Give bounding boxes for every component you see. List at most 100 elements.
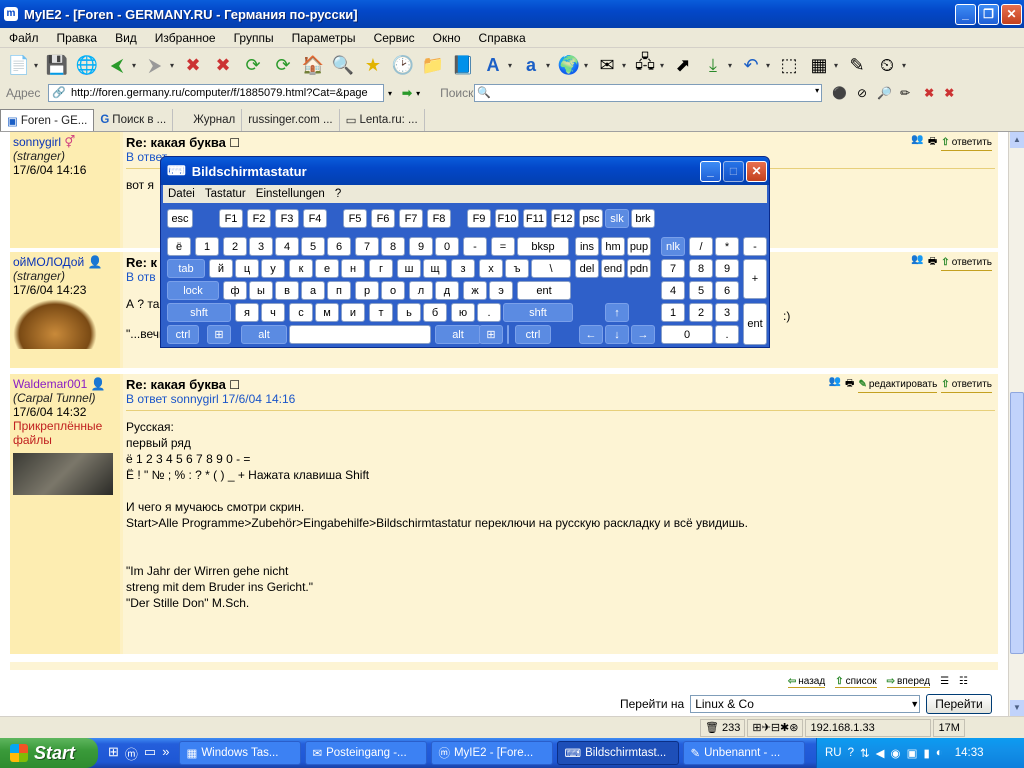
tree-view-icon[interactable]: ☷ — [959, 676, 968, 688]
osk-key[interactable]: F9 — [467, 209, 491, 228]
osk-key[interactable]: 3 — [715, 303, 739, 322]
osk-menu-file[interactable]: Datei — [163, 188, 200, 200]
folder-icon[interactable]: 📁 — [421, 53, 445, 77]
osk-key[interactable]: 3 — [249, 237, 273, 256]
edit-icon[interactable]: ✎ — [845, 53, 869, 77]
osk-key[interactable]: 7 — [355, 237, 379, 256]
osk-key[interactable]: 9 — [715, 259, 739, 278]
osk-key[interactable]: F2 — [247, 209, 271, 228]
close-all-icon[interactable]: ✖ — [944, 86, 954, 100]
osk-key[interactable]: alt — [241, 325, 287, 344]
author-name[interactable]: Waldemar001 — [13, 377, 87, 391]
menu-groups[interactable]: Группы — [225, 31, 283, 45]
osk-key[interactable]: hm — [601, 237, 625, 256]
url-input[interactable]: 🔗 http://foren.germany.ru/computer/f/188… — [48, 84, 384, 102]
taskbar-item-myie2[interactable]: ⓜ MyIE2 - [Fore... — [431, 741, 554, 765]
dropdown-arrow-icon[interactable]: ▾ — [622, 61, 630, 70]
osk-key[interactable]: о — [381, 281, 405, 300]
osk-key[interactable]: а — [301, 281, 325, 300]
close-button[interactable]: ✕ — [1001, 3, 1022, 25]
autoscroll-icon[interactable]: ⏲ — [875, 53, 899, 77]
osk-space-key[interactable] — [289, 325, 431, 344]
osk-key[interactable]: п — [327, 281, 351, 300]
globe-icon[interactable]: ◉ — [891, 746, 901, 760]
osk-key[interactable]: в — [275, 281, 299, 300]
find-icon[interactable]: 🔎 — [877, 86, 892, 100]
undo-close-icon[interactable]: ↶ — [739, 53, 763, 77]
refresh-icon[interactable]: ⟳ — [241, 53, 265, 77]
help-icon[interactable]: ? — [848, 747, 854, 759]
osk-key[interactable]: lock — [167, 281, 219, 300]
search-input[interactable]: 🔍 ▾ — [474, 84, 823, 102]
volume-icon[interactable]: ◐ — [936, 747, 943, 759]
osk-key[interactable]: ъ — [505, 259, 529, 278]
osk-key[interactable]: с — [289, 303, 313, 322]
checkbox-icon[interactable]: ☐ — [229, 136, 240, 150]
scroll-down-icon[interactable]: ▼ — [1010, 700, 1024, 716]
osk-key[interactable]: esc — [167, 209, 193, 228]
stop-icon[interactable]: ✖ — [181, 53, 205, 77]
engine-icon[interactable]: ⚫ — [832, 86, 847, 100]
osk-key[interactable]: ctrl — [515, 325, 551, 344]
taskbar-item-posteingang[interactable]: ✉ Posteingang -... — [305, 741, 428, 765]
taskbar-item-osk[interactable]: ⌨ Bildschirmtast... — [557, 741, 680, 765]
osk-key[interactable]: т — [369, 303, 393, 322]
go-dropdown-icon[interactable]: ▾ — [416, 89, 420, 98]
osk-key[interactable]: ф — [223, 281, 247, 300]
osk-key[interactable]: ent — [743, 303, 767, 345]
fullscreen-icon[interactable]: ⬈ — [671, 53, 695, 77]
osk-key[interactable]: е — [315, 259, 339, 278]
notepad-icon[interactable]: 📘 — [451, 53, 475, 77]
scroll-thumb[interactable] — [1010, 392, 1024, 654]
monitor-icon[interactable]: ▣ — [907, 746, 918, 760]
osk-key[interactable]: 0 — [435, 237, 459, 256]
osk-key[interactable]: ins — [575, 237, 599, 256]
osk-key[interactable]: ent — [517, 281, 571, 300]
osk-key[interactable]: ctrl — [167, 325, 199, 344]
osk-key[interactable]: + — [743, 259, 767, 299]
close-tab-icon[interactable]: ✖ — [924, 86, 934, 100]
menu-edit[interactable]: Правка — [48, 31, 107, 45]
dropdown-arrow-icon[interactable]: ▾ — [902, 61, 910, 70]
user-info-icon[interactable]: 👥 — [911, 134, 923, 151]
popup-blocker[interactable]: 🗑 233 — [700, 718, 746, 737]
list-link[interactable]: ⇧ список — [835, 676, 877, 688]
dropdown-arrow-icon[interactable]: ▾ — [132, 61, 140, 70]
osk-key[interactable]: ← — [579, 325, 603, 344]
dropdown-arrow-icon[interactable]: ▾ — [546, 61, 554, 70]
osk-key[interactable]: ю — [451, 303, 475, 322]
osk-key[interactable]: р — [355, 281, 379, 300]
osk-key[interactable]: alt — [435, 325, 481, 344]
url-dropdown-icon[interactable]: ▾ — [388, 89, 392, 98]
osk-key[interactable]: ↓ — [605, 325, 629, 344]
print-icon[interactable]: 🖶 — [928, 134, 937, 151]
osk-key[interactable]: F4 — [303, 209, 327, 228]
osk-key[interactable]: 7 — [661, 259, 685, 278]
osk-key[interactable]: и — [341, 303, 365, 322]
osk-key[interactable]: shft — [167, 303, 231, 322]
osk-key[interactable]: . — [715, 325, 739, 344]
dropdown-arrow-icon[interactable]: ▾ — [660, 61, 668, 70]
web-icon[interactable]: 🌍 — [557, 53, 581, 77]
osk-key[interactable]: F7 — [399, 209, 423, 228]
history-icon[interactable]: 🕑 — [391, 53, 415, 77]
user-info-icon[interactable]: 👥 — [829, 376, 841, 393]
osk-key[interactable]: . — [477, 303, 501, 322]
arrow-icon[interactable]: ◀ — [876, 746, 885, 760]
proxy-icon[interactable]: 🖧 — [633, 52, 657, 77]
network-icon[interactable]: ⇅ — [860, 746, 870, 760]
osk-key[interactable]: м — [315, 303, 339, 322]
osk-menu-key-icon[interactable] — [507, 325, 509, 344]
osk-key[interactable]: - — [463, 237, 487, 256]
osk-key[interactable]: щ — [423, 259, 447, 278]
save-icon[interactable]: 💾 — [45, 53, 69, 77]
menu-view[interactable]: Вид — [106, 31, 146, 45]
minimize-button[interactable]: _ — [955, 3, 976, 25]
mail-icon[interactable]: ✉ — [595, 53, 619, 77]
osk-key[interactable]: = — [491, 237, 515, 256]
tab-lenta[interactable]: ▭ Lenta.ru: ... — [340, 109, 425, 131]
osk-key[interactable]: ↑ — [605, 303, 629, 322]
tab-russinger[interactable]: russinger.com ... — [242, 109, 340, 131]
dropdown-arrow-icon[interactable]: ▾ — [170, 61, 178, 70]
osk-key[interactable]: х — [479, 259, 503, 278]
